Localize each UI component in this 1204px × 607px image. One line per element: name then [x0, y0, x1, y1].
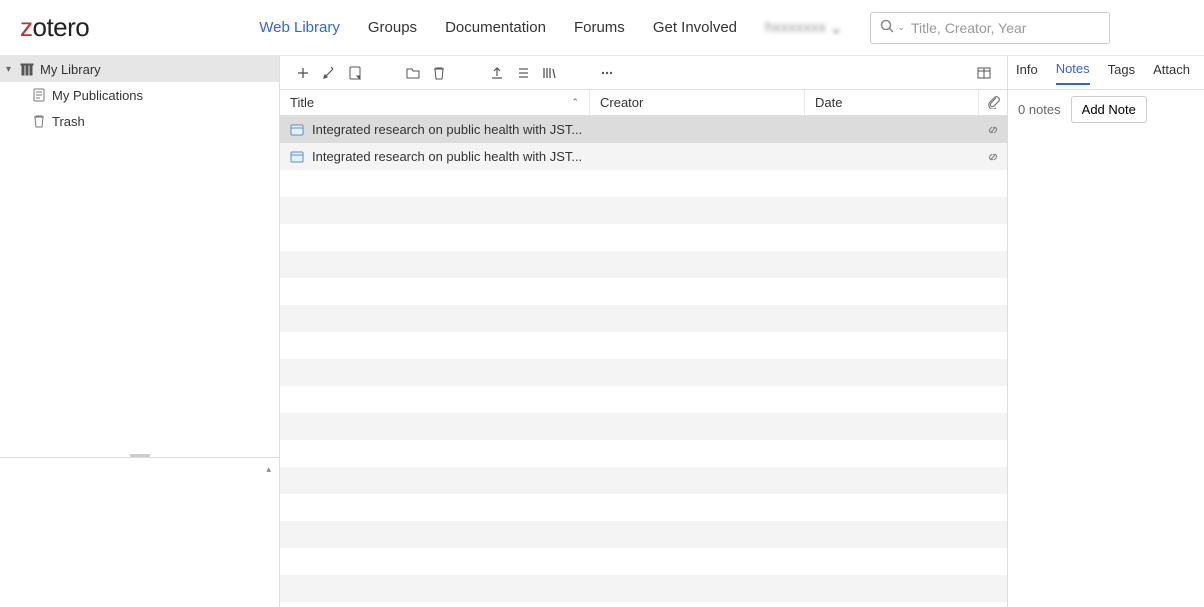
chevron-down-icon: ⌄ — [830, 19, 843, 37]
items-pane: Title ⌃ Creator Date Integrated research… — [280, 56, 1008, 607]
main-area: ▾ My Library My Publications Trash — [0, 56, 1204, 607]
sidebar-item-my-publications[interactable]: My Publications — [0, 82, 279, 108]
empty-row — [280, 548, 1007, 575]
drag-handle[interactable] — [130, 454, 150, 457]
add-by-identifier-button[interactable] — [318, 62, 340, 84]
empty-row — [280, 359, 1007, 386]
tab-tags[interactable]: Tags — [1108, 62, 1135, 84]
column-title[interactable]: Title ⌃ — [280, 90, 590, 115]
chevron-down-icon: ▾ — [6, 64, 18, 75]
details-pane: Info Notes Tags Attach 0 notes Add Note — [1008, 56, 1204, 607]
item-title: Integrated research on public health wit… — [308, 122, 979, 137]
item-title: Integrated research on public health wit… — [308, 149, 979, 164]
empty-row — [280, 494, 1007, 521]
sidebar: ▾ My Library My Publications Trash — [0, 56, 280, 607]
empty-row — [280, 332, 1007, 359]
nav-forums[interactable]: Forums — [574, 19, 625, 36]
empty-row — [280, 602, 1007, 607]
items-list: Integrated research on public health wit… — [280, 116, 1007, 607]
column-label: Title — [290, 95, 314, 110]
empty-row — [280, 251, 1007, 278]
main-nav: Web Library Groups Documentation Forums … — [259, 19, 737, 36]
sidebar-item-label: My Publications — [52, 88, 143, 103]
empty-row — [280, 440, 1007, 467]
webpage-icon — [286, 122, 308, 138]
nav-groups[interactable]: Groups — [368, 19, 417, 36]
search-box[interactable]: ⌄ — [870, 12, 1110, 44]
empty-row — [280, 386, 1007, 413]
more-button[interactable] — [596, 62, 618, 84]
sidebar-item-my-library[interactable]: ▾ My Library — [0, 56, 279, 82]
notes-bar: 0 notes Add Note — [1008, 90, 1204, 128]
logo-z: z — [20, 12, 33, 42]
column-label: Creator — [600, 95, 643, 110]
item-row[interactable]: Integrated research on public health wit… — [280, 116, 1007, 143]
empty-row — [280, 197, 1007, 224]
empty-row — [280, 224, 1007, 251]
add-to-collection-button[interactable] — [402, 62, 424, 84]
empty-row — [280, 467, 1007, 494]
nav-web-library[interactable]: Web Library — [259, 19, 340, 36]
empty-row — [280, 521, 1007, 548]
app-header: zotero Web Library Groups Documentation … — [0, 0, 1204, 56]
empty-row — [280, 413, 1007, 440]
sidebar-item-label: My Library — [40, 62, 101, 77]
empty-row — [280, 278, 1007, 305]
link-icon — [979, 149, 1007, 165]
items-toolbar — [280, 56, 1007, 90]
library-icon — [18, 61, 36, 77]
empty-row — [280, 575, 1007, 602]
link-icon — [979, 122, 1007, 138]
create-citation-button[interactable] — [512, 62, 534, 84]
user-label: hxxxxxxx — [765, 19, 826, 36]
delete-button[interactable] — [428, 62, 450, 84]
tab-attachments[interactable]: Attach — [1153, 62, 1190, 84]
search-input[interactable] — [911, 20, 1101, 36]
column-date[interactable]: Date — [805, 90, 979, 115]
tab-notes[interactable]: Notes — [1056, 61, 1090, 85]
nav-documentation[interactable]: Documentation — [445, 19, 546, 36]
add-note-button[interactable] — [344, 62, 366, 84]
add-item-button[interactable] — [292, 62, 314, 84]
column-picker-button[interactable] — [973, 62, 995, 84]
user-menu[interactable]: hxxxxxxx ⌄ — [765, 19, 842, 37]
column-label: Date — [815, 95, 842, 110]
details-tabs: Info Notes Tags Attach — [1008, 56, 1204, 90]
add-note-button[interactable]: Add Note — [1071, 96, 1147, 123]
attachment-icon — [985, 93, 1001, 112]
sort-ascending-icon: ⌃ — [571, 97, 579, 108]
logo-rest: otero — [33, 12, 90, 42]
notes-count: 0 notes — [1018, 102, 1061, 117]
collapse-up-icon[interactable]: ▴ — [266, 464, 271, 475]
search-icon — [879, 18, 895, 37]
export-button[interactable] — [486, 62, 508, 84]
sidebar-item-trash[interactable]: Trash — [0, 108, 279, 134]
trash-icon — [30, 113, 48, 129]
webpage-icon — [286, 149, 308, 165]
empty-row — [280, 170, 1007, 197]
document-icon — [30, 87, 48, 103]
column-creator[interactable]: Creator — [590, 90, 805, 115]
create-bibliography-button[interactable] — [538, 62, 560, 84]
chevron-down-icon: ⌄ — [897, 22, 905, 33]
tab-info[interactable]: Info — [1016, 62, 1038, 84]
item-row[interactable]: Integrated research on public health wit… — [280, 143, 1007, 170]
column-headers: Title ⌃ Creator Date — [280, 90, 1007, 116]
column-attachment[interactable] — [979, 90, 1007, 115]
tag-selector: ▴ — [0, 457, 279, 607]
empty-row — [280, 305, 1007, 332]
library-tree: ▾ My Library My Publications Trash — [0, 56, 279, 134]
nav-get-involved[interactable]: Get Involved — [653, 19, 737, 36]
sidebar-item-label: Trash — [52, 114, 85, 129]
logo[interactable]: zotero — [20, 12, 89, 43]
